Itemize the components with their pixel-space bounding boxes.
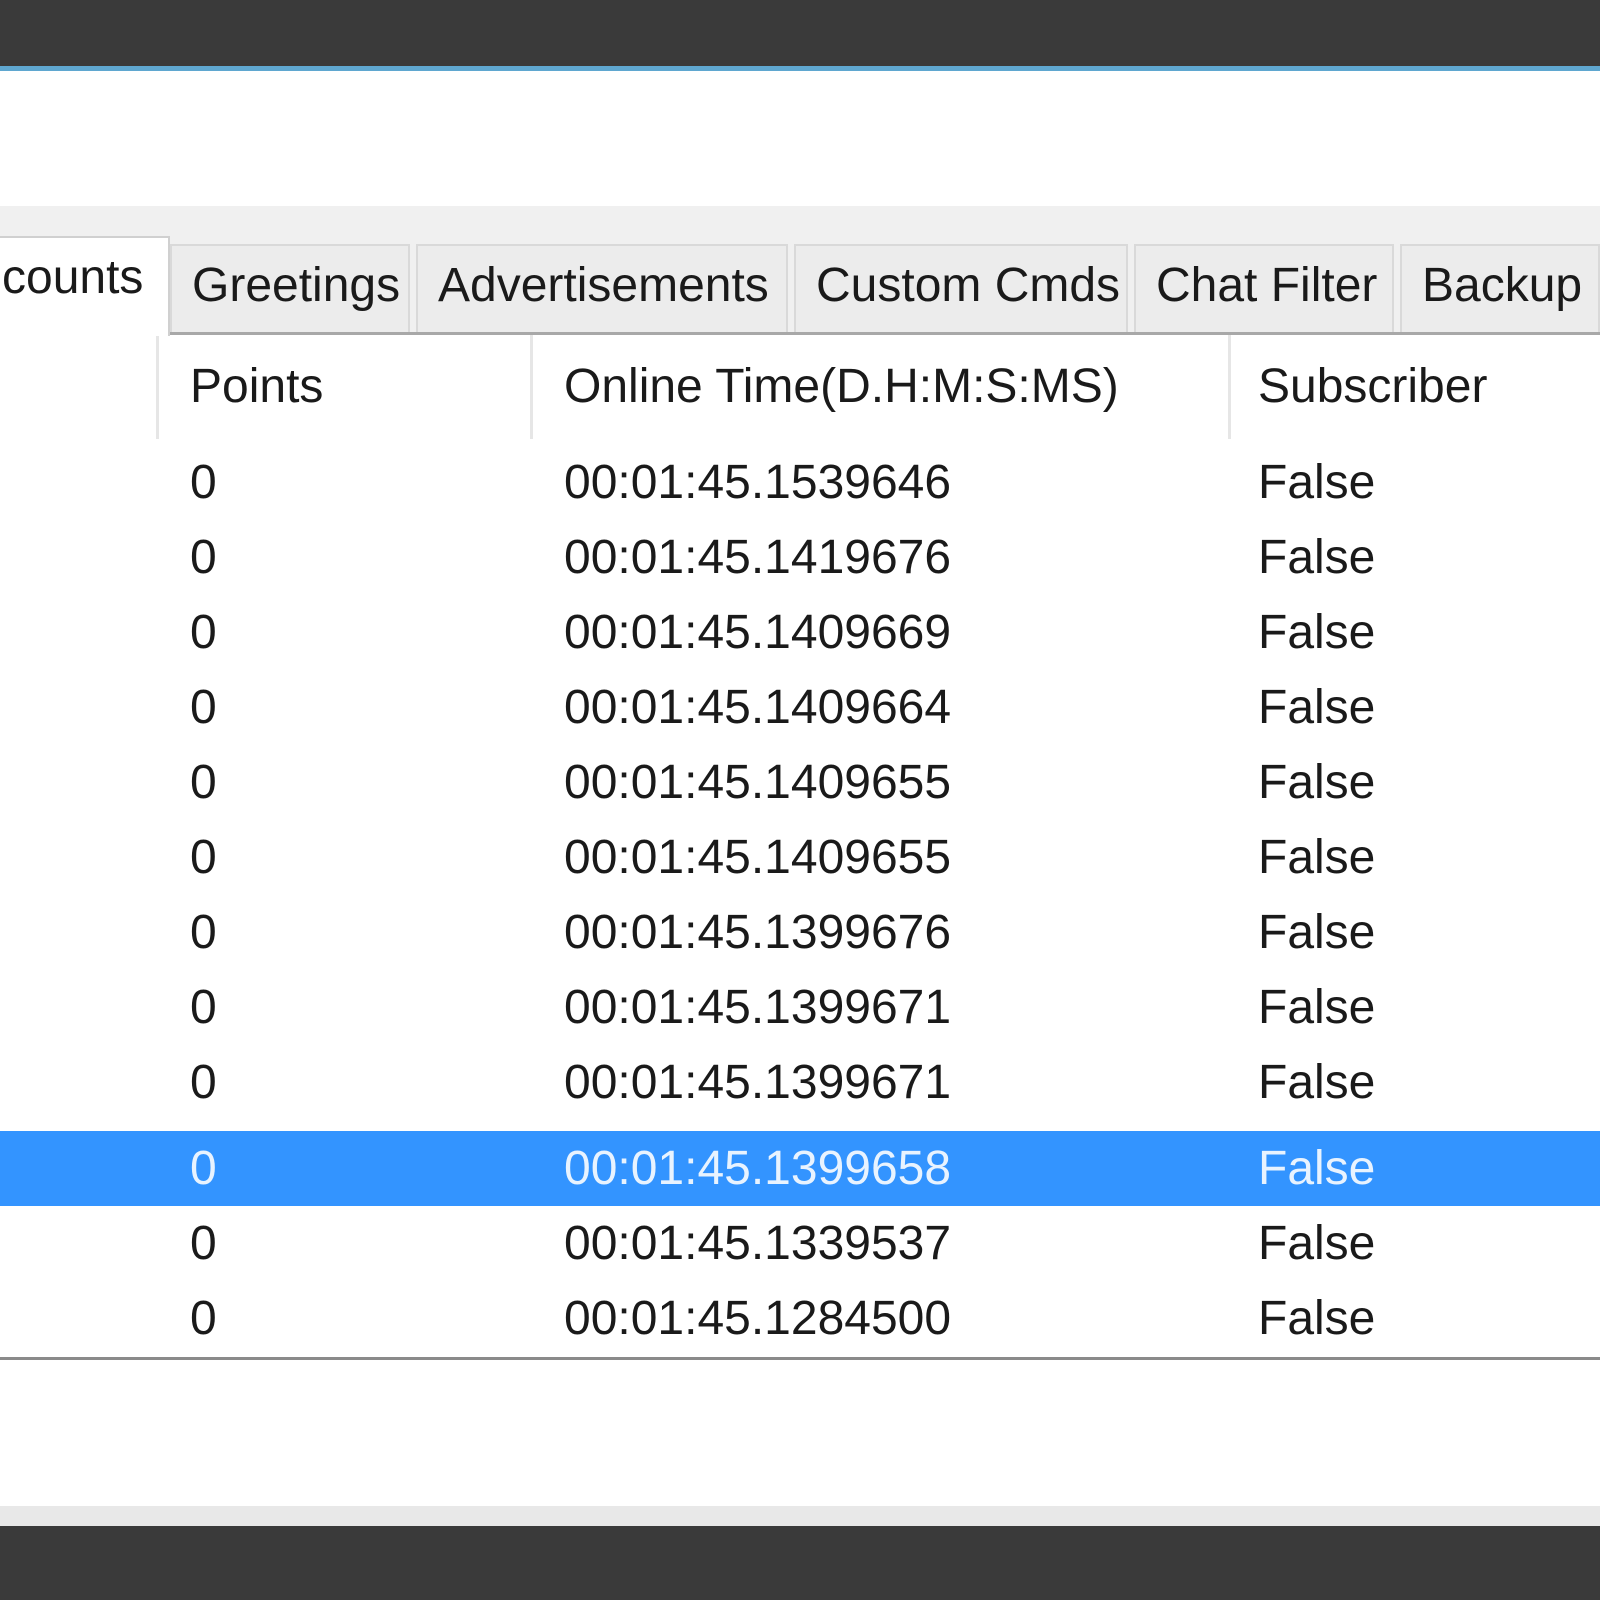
tab-backup[interactable]: Backup [1400, 244, 1600, 334]
tab-strip: counts Greetings Advertisements Custom C… [0, 206, 1600, 336]
cell-subscriber: False [1258, 756, 1376, 809]
cell-online-time: 00:01:45.1339537 [564, 1217, 952, 1270]
table-row[interactable]: 0 00:01:45.1339537 False [0, 1206, 1600, 1281]
table-row-selected[interactable]: 0 00:01:45.1399658 False [0, 1131, 1600, 1206]
window-titlebar [0, 0, 1600, 66]
tab-greetings[interactable]: Greetings [170, 244, 410, 334]
cell-subscriber: False [1258, 606, 1376, 659]
cell-subscriber: False [1258, 1056, 1376, 1109]
cell-subscriber: False [1258, 681, 1376, 734]
cell-online-time: 00:01:45.1409669 [564, 606, 952, 659]
cell-points: 0 [190, 1217, 217, 1270]
top-panel [0, 71, 1600, 206]
column-header-online-time[interactable]: Online Time(D.H:M:S:MS) [564, 335, 1119, 439]
cell-online-time: 00:01:45.1409664 [564, 681, 952, 734]
table-row[interactable]: 0 00:01:45.1284500 False [0, 1281, 1600, 1356]
column-header-points[interactable]: Points [190, 335, 323, 439]
column-separator[interactable] [530, 335, 533, 439]
tab-custom-cmds[interactable]: Custom Cmds [794, 244, 1128, 334]
table-row[interactable]: 0 00:01:45.1409655 False [0, 820, 1600, 895]
tab-underline [0, 332, 1600, 335]
cell-online-time: 00:01:45.1284500 [564, 1292, 952, 1345]
cell-subscriber: False [1258, 531, 1376, 584]
window-bottom-bar [0, 1526, 1600, 1600]
cell-points: 0 [190, 1292, 217, 1345]
cell-points: 0 [190, 831, 217, 884]
column-separator[interactable] [156, 335, 159, 439]
cell-online-time: 00:01:45.1539646 [564, 456, 952, 509]
lower-panel-divider [0, 1506, 1600, 1526]
cell-points: 0 [190, 906, 217, 959]
cell-points: 0 [190, 1142, 217, 1195]
cell-points: 0 [190, 531, 217, 584]
table-row[interactable]: 0 00:01:45.1399671 False [0, 970, 1600, 1045]
column-separator[interactable] [1228, 335, 1231, 439]
cell-points: 0 [190, 606, 217, 659]
cell-points: 0 [190, 681, 217, 734]
table-row[interactable]: 0 00:01:45.1409669 False [0, 595, 1600, 670]
cell-online-time: 00:01:45.1399676 [564, 906, 952, 959]
cell-points: 0 [190, 456, 217, 509]
table-row[interactable]: 0 00:01:45.1409655 False [0, 745, 1600, 820]
cell-online-time: 00:01:45.1399671 [564, 1056, 952, 1109]
cell-points: 0 [190, 1056, 217, 1109]
cell-subscriber: False [1258, 1217, 1376, 1270]
tab-chat-filter[interactable]: Chat Filter [1134, 244, 1394, 334]
tab-accounts[interactable]: counts [0, 236, 170, 336]
cell-subscriber: False [1258, 906, 1376, 959]
table-row[interactable]: 0 00:01:45.1419676 False [0, 520, 1600, 595]
cell-online-time: 00:01:45.1409655 [564, 831, 952, 884]
cell-points: 0 [190, 981, 217, 1034]
cell-subscriber: False [1258, 1142, 1376, 1195]
cell-online-time: 00:01:45.1409655 [564, 756, 952, 809]
column-header-subscriber[interactable]: Subscriber [1258, 335, 1487, 439]
cell-points: 0 [190, 756, 217, 809]
cell-subscriber: False [1258, 456, 1376, 509]
users-data-grid[interactable]: Points Online Time(D.H:M:S:MS) Subscribe… [0, 335, 1600, 1360]
tab-advertisements[interactable]: Advertisements [416, 244, 788, 334]
cell-online-time: 00:01:45.1399658 [564, 1142, 952, 1195]
grid-header-row: Points Online Time(D.H:M:S:MS) Subscribe… [0, 335, 1600, 439]
table-row[interactable]: 0 00:01:45.1409664 False [0, 670, 1600, 745]
cell-subscriber: False [1258, 831, 1376, 884]
cell-online-time: 00:01:45.1419676 [564, 531, 952, 584]
cell-subscriber: False [1258, 1292, 1376, 1345]
cell-subscriber: False [1258, 981, 1376, 1034]
table-row[interactable]: 0 00:01:45.1399671 False [0, 1045, 1600, 1120]
table-row[interactable]: 0 00:01:45.1399676 False [0, 895, 1600, 970]
table-row[interactable]: 0 00:01:45.1539646 False [0, 445, 1600, 520]
lower-panel [0, 1360, 1600, 1508]
cell-online-time: 00:01:45.1399671 [564, 981, 952, 1034]
